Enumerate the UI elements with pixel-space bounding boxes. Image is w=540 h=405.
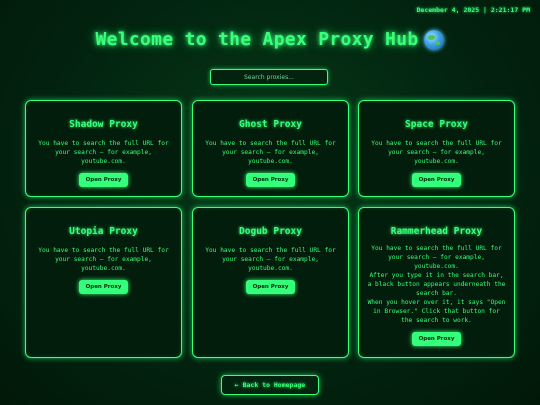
card-description: You have to search the full URL for your… [371, 140, 502, 165]
card-title: Ghost Proxy [239, 119, 302, 130]
card-description: You have to search the full URL for your… [367, 244, 506, 325]
card-title: Rammerhead Proxy [390, 226, 483, 237]
card-description: You have to search the full URL for your… [205, 247, 336, 272]
proxy-card-dogub: Dogub Proxy You have to search the full … [192, 207, 349, 358]
card-description: You have to search the full URL for your… [38, 140, 169, 165]
card-title: Shadow Proxy [69, 119, 138, 130]
proxy-card-space: Space Proxy You have to search the full … [358, 100, 515, 197]
open-proxy-button[interactable]: Open Proxy [245, 280, 296, 294]
open-proxy-button[interactable]: Open Proxy [78, 280, 129, 294]
open-proxy-button[interactable]: Open Proxy [245, 173, 296, 187]
open-proxy-button[interactable]: Open Proxy [411, 332, 462, 346]
card-title: Space Proxy [405, 119, 468, 130]
card-title: Dogub Proxy [239, 226, 302, 237]
search-box[interactable] [210, 69, 328, 85]
globe-icon [424, 29, 445, 50]
proxy-card-rammerhead: Rammerhead Proxy You have to search the … [358, 207, 515, 358]
open-proxy-button[interactable]: Open Proxy [411, 173, 462, 187]
open-proxy-button[interactable]: Open Proxy [78, 173, 129, 187]
card-description-line: You have to search the full URL for your… [371, 245, 502, 270]
datetime-display: December 4, 2025 | 2:21:17 PM [416, 6, 531, 14]
page-title: Welcome to the Apex Proxy Hub [95, 29, 419, 50]
proxy-card-shadow: Shadow Proxy You have to search the full… [25, 100, 182, 197]
search-input[interactable] [211, 70, 327, 84]
card-title: Utopia Proxy [69, 226, 138, 237]
back-to-homepage-button[interactable]: ← Back to Homepage [221, 375, 319, 395]
card-description: You have to search the full URL for your… [205, 140, 336, 165]
proxy-card-utopia: Utopia Proxy You have to search the full… [25, 207, 182, 358]
header: Welcome to the Apex Proxy Hub [0, 29, 540, 50]
card-description: You have to search the full URL for your… [38, 247, 169, 272]
card-description-line: When you hover over it, it says "Open in… [367, 299, 506, 324]
proxy-card-ghost: Ghost Proxy You have to search the full … [192, 100, 349, 197]
card-description-line: After you type it in the search bar, a b… [367, 272, 506, 297]
